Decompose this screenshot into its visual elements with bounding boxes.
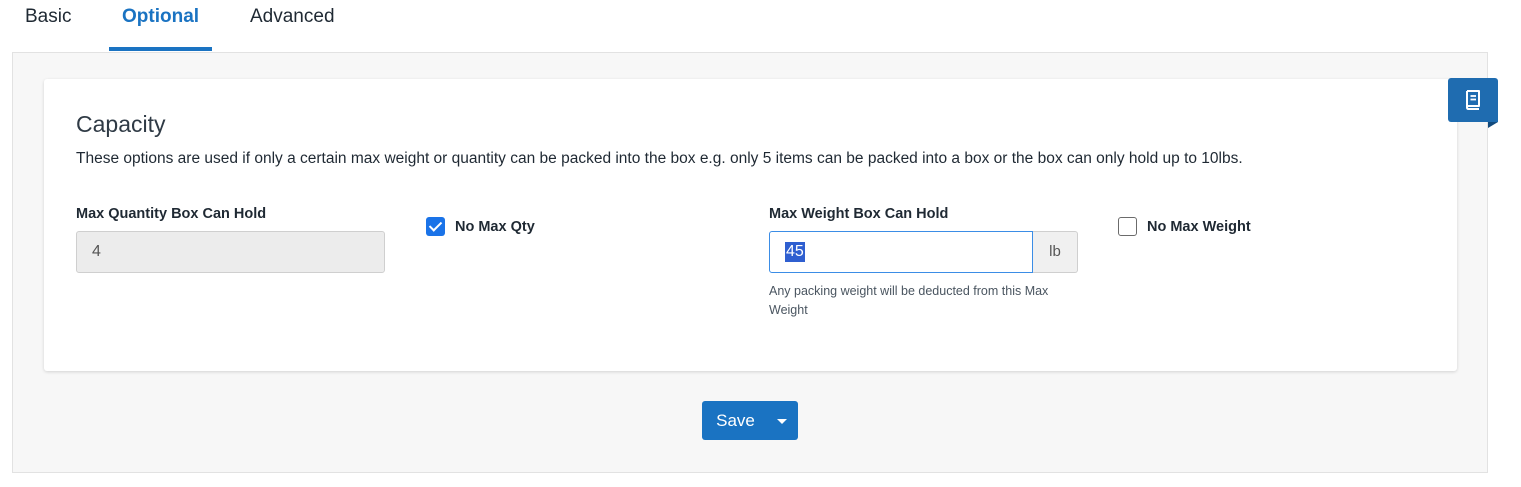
max-quantity-label: Max Quantity Box Can Hold xyxy=(76,206,267,222)
save-split-button: Save xyxy=(702,401,798,440)
no-max-qty-label: No Max Qty xyxy=(455,218,535,235)
save-button[interactable]: Save xyxy=(702,401,769,440)
capacity-title: Capacity xyxy=(76,111,166,137)
max-weight-label: Max Weight Box Can Hold xyxy=(769,206,949,222)
save-options-dropdown[interactable] xyxy=(769,401,798,440)
no-max-weight-checkbox[interactable] xyxy=(1118,217,1137,236)
documentation-tab[interactable] xyxy=(1448,78,1498,128)
max-weight-input-group: 45 lb xyxy=(769,231,1078,273)
no-max-qty-checkbox[interactable] xyxy=(426,217,445,236)
capacity-description: These options are used if only a certain… xyxy=(76,150,1243,167)
capacity-card: Capacity These options are used if only … xyxy=(44,79,1457,371)
book-icon xyxy=(1466,90,1480,110)
weight-unit-addon: lb xyxy=(1033,231,1078,273)
active-tab-indicator xyxy=(109,47,212,51)
max-weight-value: 45 xyxy=(785,242,805,262)
no-max-weight-option[interactable]: No Max Weight xyxy=(1118,217,1251,236)
no-max-qty-option[interactable]: No Max Qty xyxy=(426,217,535,236)
tab-advanced[interactable]: Advanced xyxy=(250,0,335,52)
tab-basic[interactable]: Basic xyxy=(25,0,71,52)
max-weight-input[interactable]: 45 xyxy=(769,231,1033,273)
max-quantity-input[interactable]: 4 xyxy=(76,231,385,273)
max-weight-help-text: Any packing weight will be deducted from… xyxy=(769,284,1049,317)
tab-optional[interactable]: Optional xyxy=(122,0,199,52)
tab-bar: Basic Optional Advanced xyxy=(0,0,1521,52)
tab-panel: Capacity These options are used if only … xyxy=(12,52,1488,473)
no-max-weight-label: No Max Weight xyxy=(1147,218,1251,235)
